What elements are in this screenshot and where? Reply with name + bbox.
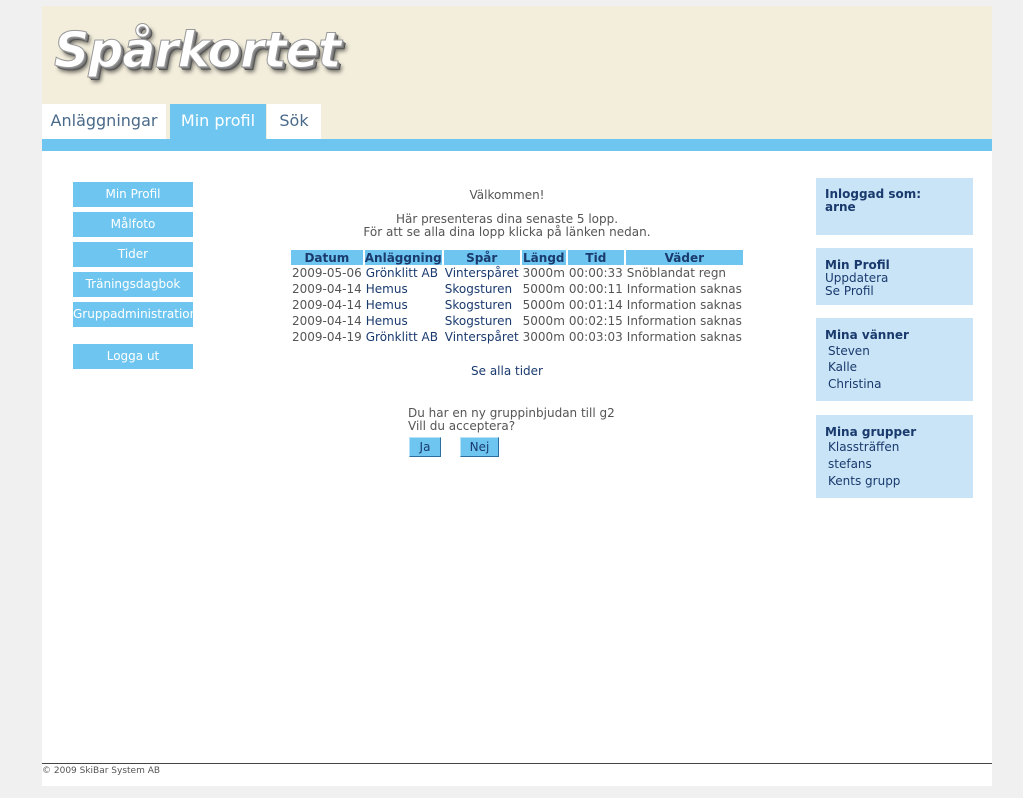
cell-langd: 3000m [522,330,565,344]
cell-langd: 5000m [522,314,565,328]
cell-vader: Information saknas [626,282,742,296]
cell-datum: 2009-05-06 [292,266,362,280]
accept-invite-button[interactable]: Ja [409,437,441,457]
cell-datum: 2009-04-14 [292,314,362,328]
cell-tid: 00:00:33 [568,266,623,280]
friend-link[interactable]: Steven [828,344,870,358]
cell-vader: Information saknas [626,314,742,328]
sidebar-item-gruppadministration[interactable]: Gruppadministration [73,302,193,327]
logged-in-box: Inloggad som: arne [816,178,973,235]
cell-datum: 2009-04-14 [292,282,362,296]
cell-tid: 00:03:03 [568,330,623,344]
group-link[interactable]: stefans [828,457,872,471]
footer-divider [42,763,992,764]
tab-min-profil[interactable]: Min profil [170,104,266,139]
sidebar-item-tider[interactable]: Tider [73,242,193,267]
table-row: 2009-04-14 Hemus Skogsturen 5000m 00:01:… [291,297,743,313]
cell-langd: 5000m [522,298,565,312]
cell-langd: 3000m [522,266,565,280]
cell-datum: 2009-04-19 [292,330,362,344]
cell-vader: Snöblandat regn [626,266,727,280]
cell-anlaggning-link[interactable]: Grönklitt AB [365,329,442,345]
welcome-heading: Välkommen! [469,188,545,202]
cell-spar-link[interactable]: Skogsturen [444,313,520,329]
decline-invite-button[interactable]: Nej [460,437,499,457]
friend-link[interactable]: Kalle [828,360,857,374]
profile-box: Min Profil Uppdatera Se Profil [816,248,973,305]
sidebar-item-malfoto[interactable]: Målfoto [73,212,193,237]
logo[interactable]: Spårkortet [53,22,341,80]
intro-text-2: För att se alla dina lopp klicka på länk… [363,225,651,239]
column-header-spar: Spår [443,250,520,265]
logged-in-heading: Inloggad som: [825,187,922,201]
column-header-langd: Längd [521,250,566,265]
column-header-vader: Väder [625,250,743,265]
nav-bar-divider [42,139,992,151]
recent-runs-table: Datum Anläggning Spår Längd Tid Väder 20… [289,250,745,345]
cell-vader: Information saknas [626,298,742,312]
group-link[interactable]: Klassträffen [828,440,899,454]
cell-vader: Information saknas [626,330,742,344]
column-header-tid: Tid [567,250,624,265]
cell-spar-link[interactable]: Skogsturen [444,281,520,297]
cell-anlaggning-link[interactable]: Grönklitt AB [365,265,442,281]
cell-spar-link[interactable]: Vinterspåret [444,329,520,345]
intro-text: Här presenteras dina senaste 5 lopp. [395,212,619,226]
group-invite-text: Du har en ny gruppinbjudan till g2 [408,406,615,420]
profile-heading: Min Profil [825,258,890,272]
update-profile-link[interactable]: Uppdatera [825,271,888,285]
table-header-row: Datum Anläggning Spår Längd Tid Väder [291,250,743,265]
sidebar-item-min-profil[interactable]: Min Profil [73,182,193,207]
header: Spårkortet Anläggningar Min profil Sök [42,6,992,139]
cell-spar-link[interactable]: Skogsturen [444,297,520,313]
table-row: 2009-05-06 Grönklitt AB Vinterspåret 300… [291,265,743,281]
sidebar-item-traningsdagbok[interactable]: Träningsdagbok [73,272,193,297]
friends-heading: Mina vänner [825,328,909,342]
footer-copyright: © 2009 SkiBar System AB [42,766,161,776]
cell-datum: 2009-04-14 [292,298,362,312]
groups-heading: Mina grupper [825,425,917,439]
table-row: 2009-04-19 Grönklitt AB Vinterspåret 300… [291,329,743,345]
group-link[interactable]: Kents grupp [828,474,900,488]
logged-in-username: arne [825,200,856,214]
groups-box: Mina grupper Klassträffen stefans Kents … [816,415,973,498]
column-header-anlaggning: Anläggning [364,250,442,265]
tab-sok[interactable]: Sök [267,104,321,139]
column-header-datum: Datum [291,250,363,265]
logout-button[interactable]: Logga ut [73,344,193,369]
see-all-times-link[interactable]: Se alla tider [287,364,727,378]
cell-anlaggning-link[interactable]: Hemus [365,313,442,329]
cell-tid: 00:01:14 [568,298,623,312]
table-row: 2009-04-14 Hemus Skogsturen 5000m 00:02:… [291,313,743,329]
cell-tid: 00:00:11 [568,282,623,296]
tab-anlaggningar[interactable]: Anläggningar [42,104,166,139]
cell-anlaggning-link[interactable]: Hemus [365,297,442,313]
friends-box: Mina vänner Steven Kalle Christina [816,318,973,401]
friend-link[interactable]: Christina [828,377,882,391]
cell-tid: 00:02:15 [568,314,623,328]
group-invite-question: Vill du acceptera? [408,419,516,433]
table-row: 2009-04-14 Hemus Skogsturen 5000m 00:00:… [291,281,743,297]
view-profile-link[interactable]: Se Profil [825,284,874,298]
cell-langd: 5000m [522,282,565,296]
cell-anlaggning-link[interactable]: Hemus [365,281,442,297]
page: Spårkortet Anläggningar Min profil Sök M… [42,6,992,786]
cell-spar-link[interactable]: Vinterspåret [444,265,520,281]
